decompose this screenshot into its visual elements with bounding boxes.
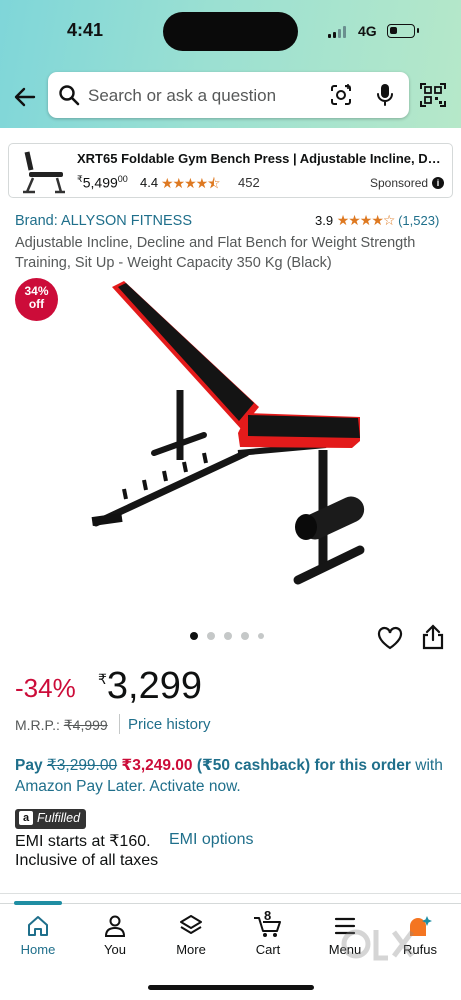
battery-icon — [387, 24, 419, 38]
tab-home-label: Home — [20, 942, 56, 957]
search-input[interactable]: Search or ask a question — [88, 86, 276, 106]
person-icon — [104, 915, 126, 937]
product-title: Adjustable Incline, Decline and Flat Ben… — [15, 235, 416, 271]
amazon-logo-icon: a — [19, 811, 33, 825]
pay-later-offer[interactable]: Pay ₹3,299.00 ₹3,249.00 (₹50 cashback) f… — [15, 755, 445, 797]
home-icon — [28, 916, 48, 936]
tab-cart[interactable]: 8 Cart — [238, 908, 298, 957]
carousel-dot[interactable] — [190, 632, 198, 640]
sponsored-label: Sponsored — [370, 176, 429, 190]
tab-more-label: More — [176, 942, 206, 957]
share-icon[interactable] — [422, 624, 444, 650]
tab-you[interactable]: You — [85, 914, 145, 957]
cart-count: 8 — [264, 908, 272, 923]
network-label: 4G — [358, 23, 377, 39]
carousel-dot[interactable] — [224, 632, 232, 640]
product-image[interactable] — [88, 275, 378, 595]
rating-count[interactable]: (1,523) — [398, 213, 439, 228]
microphone-icon[interactable] — [375, 83, 395, 107]
olx-watermark-logo — [341, 929, 414, 961]
sponsored-product-image — [23, 151, 65, 194]
sponsored-product-card[interactable]: XRT65 Foldable Gym Bench Press | Adjusta… — [8, 143, 453, 198]
sponsored-review-count: 452 — [238, 175, 260, 190]
sponsored-rating-stars: ★★★★⯪ — [161, 175, 220, 191]
tab-you-label: You — [104, 942, 126, 957]
search-bar[interactable]: Search or ask a question — [48, 72, 409, 118]
sponsored-product-price: ₹5,49900 — [77, 174, 128, 191]
sponsored-product-title[interactable]: XRT65 Foldable Gym Bench Press | Adjusta… — [77, 151, 447, 166]
home-indicator — [148, 985, 314, 990]
tab-more[interactable]: More — [161, 914, 221, 957]
section-divider — [0, 893, 461, 894]
emi-text: EMI starts at ₹160. — [15, 833, 151, 850]
carousel-dot[interactable] — [207, 632, 215, 640]
camera-search-icon[interactable] — [329, 83, 353, 107]
tab-home[interactable]: Home — [8, 914, 68, 957]
discount-badge: 34% off — [15, 278, 58, 321]
carousel-dot[interactable] — [241, 632, 249, 640]
brand-link[interactable]: Brand: ALLYSON FITNESS — [15, 213, 192, 229]
back-arrow-icon[interactable] — [12, 84, 38, 110]
signal-icon — [328, 26, 346, 38]
status-time: 4:41 — [67, 20, 104, 40]
info-icon[interactable]: i — [432, 177, 444, 189]
qr-scanner-icon[interactable] — [420, 82, 446, 108]
carousel-dot[interactable] — [258, 633, 264, 639]
dynamic-island — [163, 12, 298, 51]
discount-percent: -34% — [15, 673, 76, 703]
tab-cart-label: Cart — [255, 942, 281, 957]
sponsored-rating-value: 4.4 — [140, 175, 159, 190]
image-carousel-dots[interactable] — [190, 632, 264, 640]
wishlist-heart-icon[interactable] — [377, 626, 403, 650]
mrp: M.R.P.: ₹4,999 — [15, 717, 108, 733]
header: 4:41 4G Search or ask a question — [0, 0, 461, 128]
divider — [119, 714, 120, 734]
active-tab-indicator — [14, 901, 62, 905]
emi-options-link[interactable]: EMI options — [169, 831, 253, 849]
price-history-link[interactable]: Price history — [128, 716, 211, 733]
price: ₹3,299 — [98, 665, 203, 707]
search-icon — [59, 85, 80, 106]
fulfilled-badge: a Fulfilled — [15, 809, 87, 829]
taxes-note: Inclusive of all taxes — [15, 852, 159, 869]
layers-icon — [180, 915, 202, 934]
rating-stars: ★★★★☆ — [336, 212, 396, 228]
product-rating[interactable]: 3.9 ★★★★☆ (1,523) — [315, 212, 439, 229]
